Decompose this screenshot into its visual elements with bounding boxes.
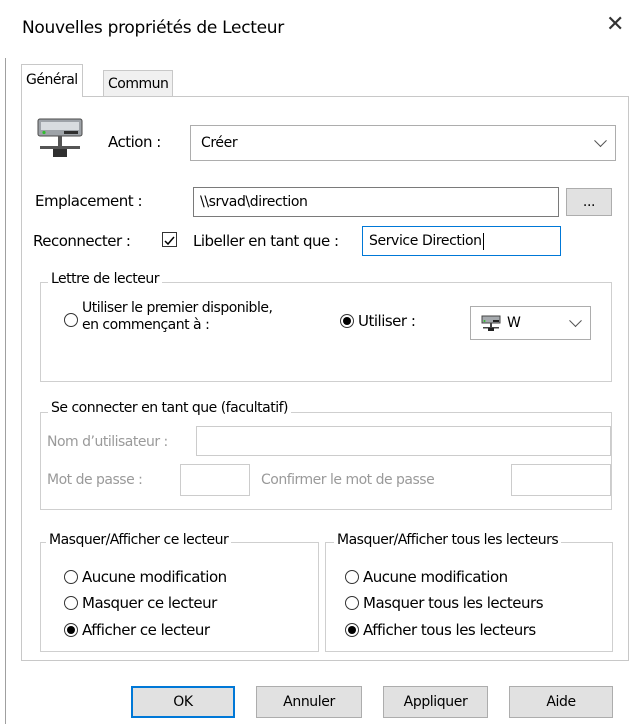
- drive-show-label: Afficher ce lecteur: [82, 621, 210, 639]
- browse-button[interactable]: ...: [566, 188, 612, 216]
- radio-all-no-change[interactable]: [345, 570, 359, 584]
- chevron-down-icon: [569, 314, 582, 328]
- network-drive-icon: [36, 118, 88, 164]
- window-title: Nouvelles propriétés de Lecteur: [22, 18, 284, 38]
- connect-as-legend: Se connecter en tant que (facultatif): [48, 400, 291, 416]
- password-input[interactable]: [180, 464, 250, 496]
- drive-hide-label: Masquer ce lecteur: [82, 594, 217, 612]
- help-button[interactable]: Aide: [509, 686, 613, 718]
- radio-drive-hide[interactable]: [64, 596, 78, 610]
- confirm-password-label: Confirmer le mot de passe: [261, 472, 435, 488]
- drive-icon: [481, 315, 501, 331]
- tab-general[interactable]: Général: [21, 64, 83, 97]
- reconnect-label: Reconnecter :: [33, 232, 131, 250]
- reconnect-checkbox[interactable]: [162, 232, 177, 247]
- label-as-label: Libeller en tant que :: [193, 232, 339, 250]
- action-label: Action :: [108, 133, 161, 151]
- username-input[interactable]: [196, 426, 611, 456]
- first-available-line1: Utiliser le premier disponible,: [82, 300, 273, 316]
- tab-commun[interactable]: Commun: [103, 70, 174, 97]
- all-show-label: Afficher tous les lecteurs: [363, 621, 536, 639]
- drive-letter-combo[interactable]: W: [470, 306, 591, 340]
- password-label: Mot de passe :: [47, 472, 143, 488]
- username-label: Nom d’utilisateur :: [47, 434, 168, 450]
- chevron-down-icon: [594, 134, 607, 148]
- close-icon[interactable]: ✕: [606, 14, 624, 36]
- location-label: Emplacement :: [35, 192, 143, 210]
- location-input[interactable]: \\srvad\direction: [193, 187, 559, 217]
- first-available-label: Utiliser le premier disponible, en comme…: [82, 300, 273, 334]
- radio-drive-no-change[interactable]: [64, 570, 78, 584]
- apply-button[interactable]: Appliquer: [383, 686, 488, 718]
- action-combo[interactable]: Créer: [190, 125, 616, 161]
- window-left-edge: [5, 58, 6, 724]
- all-no-change-label: Aucune modification: [363, 568, 508, 586]
- label-as-input[interactable]: Service Direction: [362, 226, 561, 256]
- radio-drive-show[interactable]: [64, 623, 78, 637]
- radio-all-hide[interactable]: [345, 596, 359, 610]
- ok-button[interactable]: OK: [131, 686, 235, 718]
- hide-show-all-legend: Masquer/Afficher tous les lecteurs: [334, 532, 562, 548]
- radio-use[interactable]: [340, 314, 354, 328]
- text-caret: [482, 232, 484, 250]
- all-hide-label: Masquer tous les lecteurs: [363, 594, 544, 612]
- action-value: Créer: [201, 135, 238, 151]
- confirm-password-input[interactable]: [511, 464, 611, 496]
- label-as-value: Service Direction: [369, 233, 482, 249]
- drive-letter-legend: Lettre de lecteur: [48, 271, 163, 287]
- cancel-button[interactable]: Annuler: [256, 686, 362, 718]
- drive-no-change-label: Aucune modification: [82, 568, 227, 586]
- radio-first-available[interactable]: [64, 313, 78, 327]
- first-available-line2: en commençant à :: [82, 317, 210, 333]
- use-label: Utiliser :: [358, 312, 416, 330]
- hide-show-drive-legend: Masquer/Afficher ce lecteur: [46, 532, 232, 548]
- radio-all-show[interactable]: [345, 623, 359, 637]
- drive-letter-value: W: [507, 315, 521, 331]
- checkmark-icon: [164, 236, 175, 246]
